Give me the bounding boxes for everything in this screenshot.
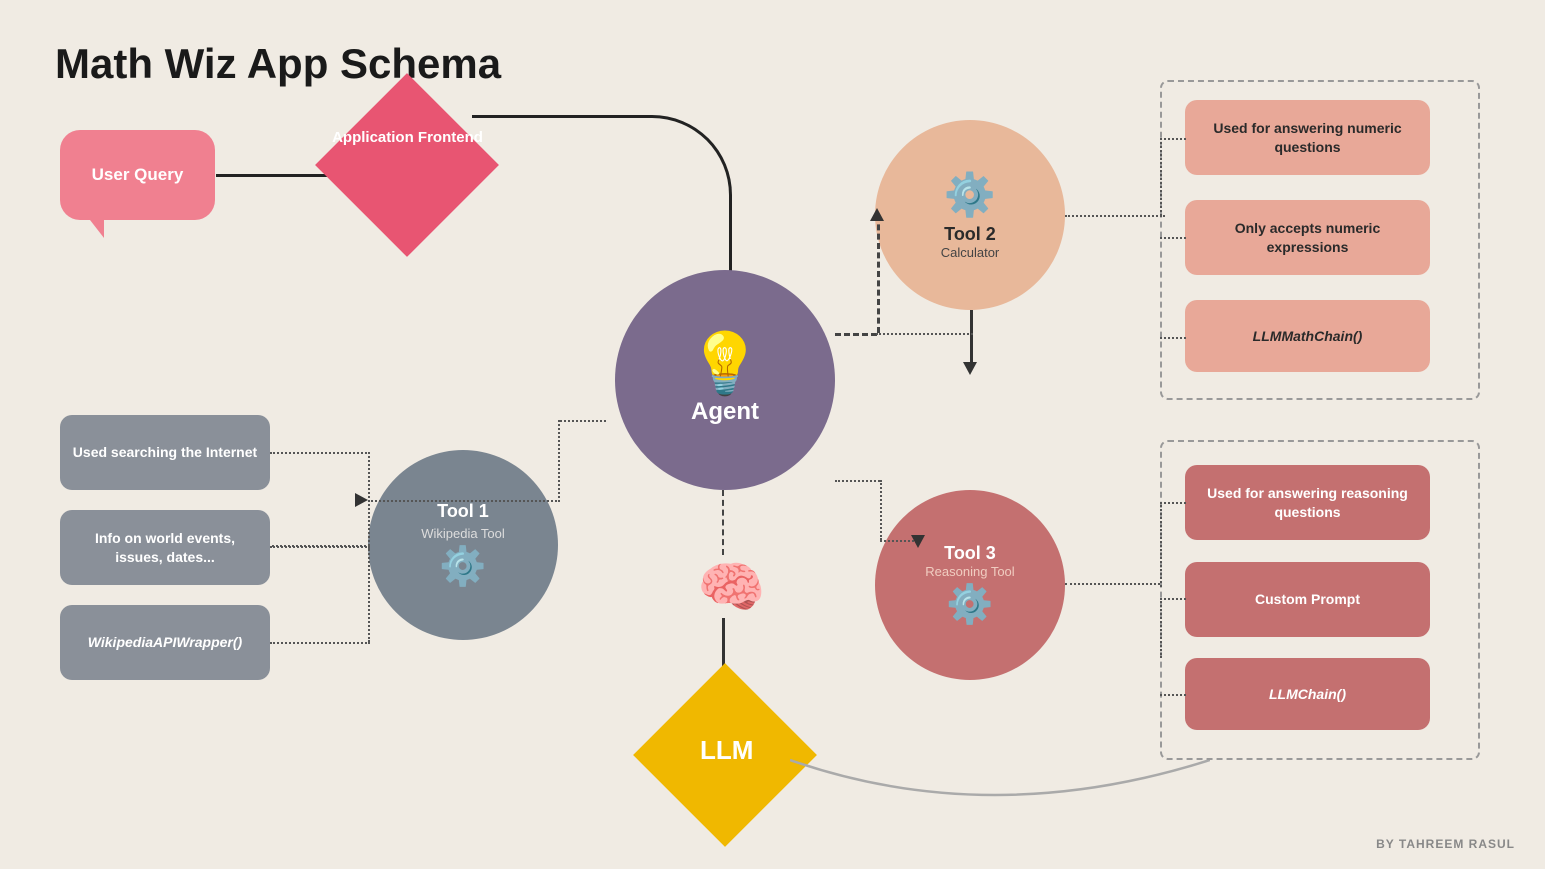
tool1-desc: Wikipedia Tool: [421, 526, 505, 541]
tool3-info-box1: Used for answering reasoning questions: [1185, 465, 1430, 540]
byline: BY TAHREEM RASUL: [1376, 837, 1515, 851]
agent-label: Agent: [691, 398, 759, 426]
dotted-agent-t3-h1: [835, 480, 880, 482]
tool1-name: Tool 1: [437, 501, 489, 522]
tool3-gear-icon: ⚙️: [946, 583, 993, 627]
dotted-agent-t1-h1: [560, 420, 606, 422]
dotted-left-v2: [368, 546, 370, 642]
tool2-info-box2: Only accepts numeric expressions: [1185, 200, 1430, 275]
dotted-left-v: [368, 452, 370, 550]
dotted-t2-h-mid: [1160, 237, 1186, 239]
tool2-desc: Calculator: [941, 245, 1000, 260]
tool1-node: Tool 1 Wikipedia Tool ⚙️: [368, 450, 558, 640]
tool2-info-box3: LLMMathChain(): [1185, 300, 1430, 372]
arrow-agent-t2-seg1: [835, 333, 877, 336]
dotted-t3-h3: [1160, 694, 1186, 696]
arrow-t1-right-tip: [355, 493, 368, 507]
dotted-agent-t1-h2: [368, 500, 560, 502]
dotted-t3-h1: [1160, 502, 1186, 504]
dotted-t2-box1: [1065, 215, 1165, 217]
tool3-info-box3: LLMChain(): [1185, 658, 1430, 730]
arrow-agent-brain: [722, 490, 724, 555]
arrow-t2-down-tip: [963, 362, 977, 375]
tool1-info-box1: Used searching the Internet: [60, 415, 270, 490]
arrow-agent-t2-seg2: [877, 215, 880, 333]
tool3-info-box2: Custom Prompt: [1185, 562, 1430, 637]
tool1-gear-icon: ⚙️: [439, 545, 486, 589]
dotted-agent-t2: [876, 333, 973, 335]
tool3-node: Tool 3 Reasoning Tool ⚙️: [875, 490, 1065, 680]
tool2-info-box1: Used for answering numeric questions: [1185, 100, 1430, 175]
llm-curve-arrow: [790, 750, 1210, 830]
dotted-left-box2: [270, 546, 370, 548]
arrow-t3-down-tip: [911, 535, 925, 548]
tool2-node: ⚙️ Tool 2 Calculator: [875, 120, 1065, 310]
dotted-agent-t1-v: [558, 420, 560, 502]
dotted-left-box1: [270, 452, 370, 454]
arrow-t2-down: [970, 310, 973, 365]
dotted-t2-h-top: [1160, 138, 1186, 140]
dotted-t3-v-mid: [1160, 598, 1162, 658]
dotted-t3-v-top: [1160, 502, 1162, 587]
dotted-t3-box1: [1065, 583, 1160, 585]
dotted-agent-t3-v: [880, 480, 882, 540]
brain-icon: 🧠: [697, 555, 765, 620]
tool1-info-box2: Info on world events, issues, dates...: [60, 510, 270, 585]
tool2-name: Tool 2: [944, 224, 996, 245]
user-query-node: User Query: [60, 130, 215, 220]
dotted-t2-v: [1160, 138, 1162, 216]
dotted-t2-h-bot: [1160, 337, 1186, 339]
page-title: Math Wiz App Schema: [55, 40, 501, 88]
tool3-desc: Reasoning Tool: [925, 564, 1014, 579]
tool1-info-box3: WikipediaAPIWrapper(): [60, 605, 270, 680]
dotted-t3-h2: [1160, 598, 1186, 600]
tool2-gear-icon: ⚙️: [944, 171, 996, 220]
agent-node: 💡 Agent: [615, 270, 835, 490]
tool3-name: Tool 3: [944, 543, 996, 564]
dotted-left-box3: [270, 642, 370, 644]
arrow-t2-up-tip: [870, 208, 884, 221]
bulb-icon: 💡: [688, 334, 763, 394]
